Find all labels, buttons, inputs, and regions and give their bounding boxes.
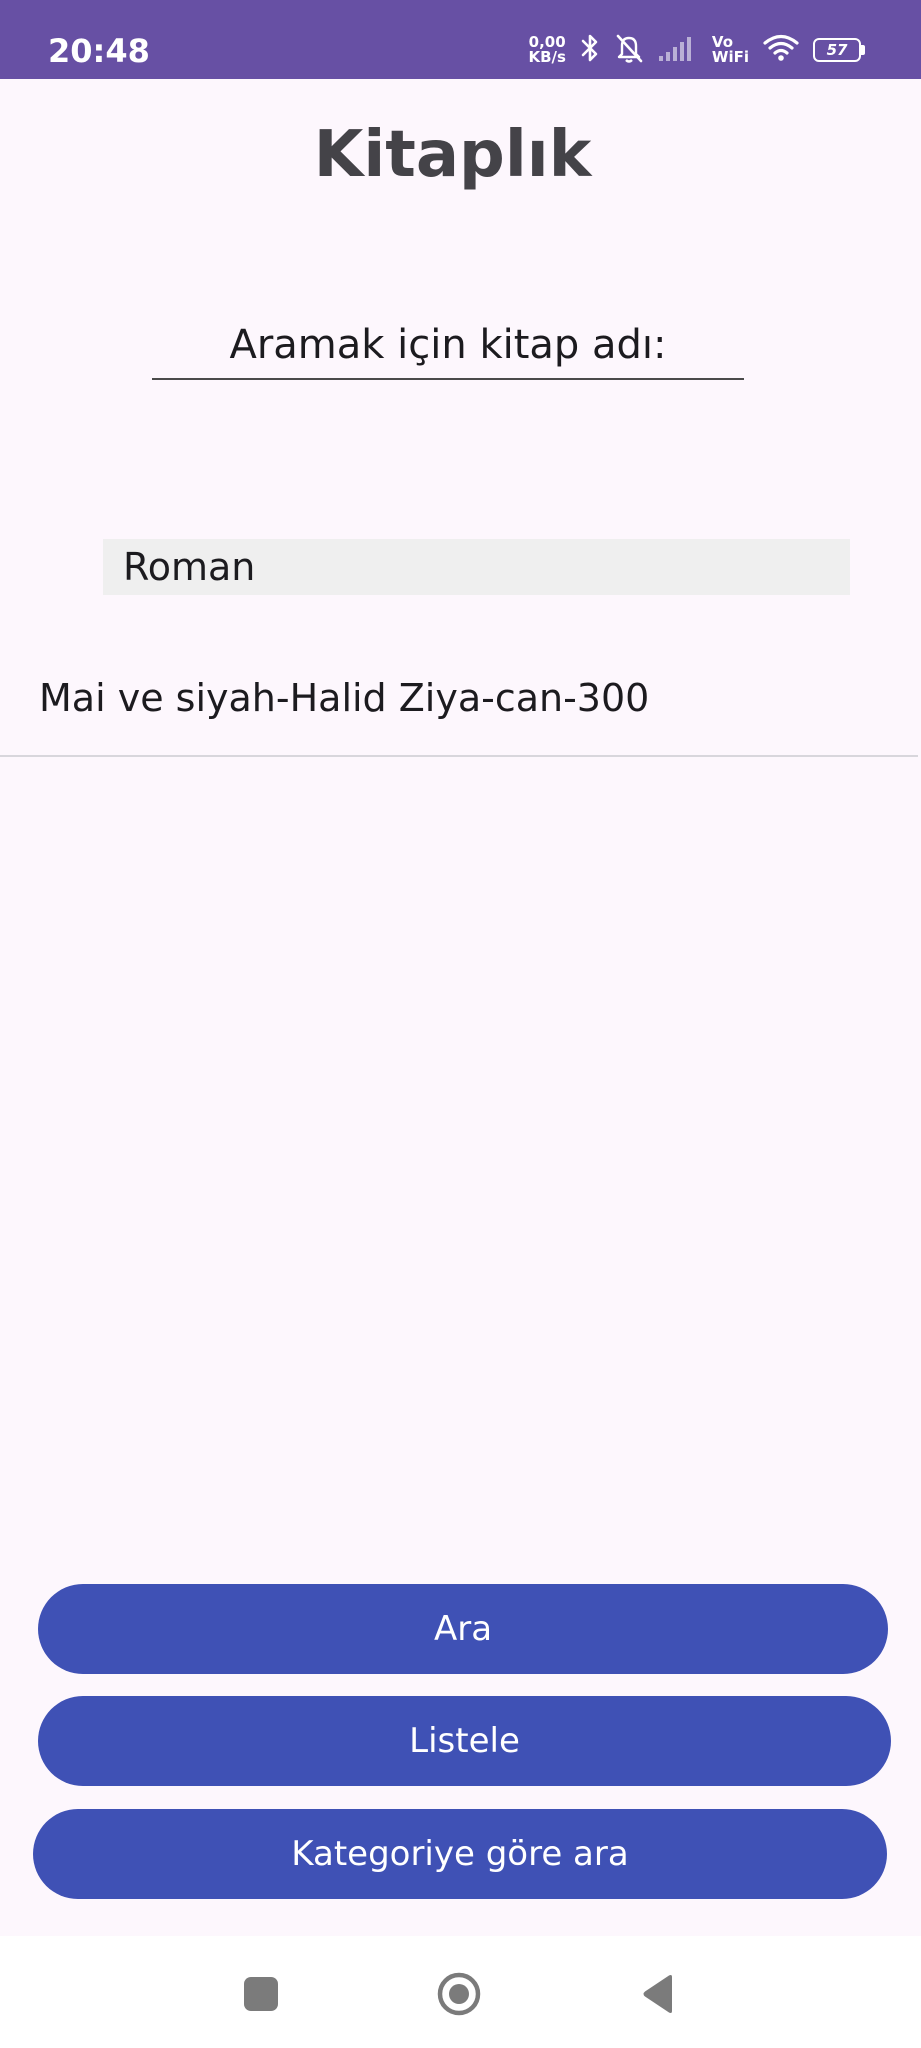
page-title: Kitaplık bbox=[313, 118, 592, 192]
category-select[interactable]: Roman bbox=[103, 539, 850, 595]
list-item[interactable]: Mai ve siyah-Halid Ziya-can-300 bbox=[0, 640, 918, 757]
navigation-bar bbox=[0, 1936, 921, 2048]
vowifi-indicator: Vo WiFi bbox=[712, 35, 749, 65]
battery-icon: 57 bbox=[813, 38, 865, 62]
signal-icon bbox=[658, 34, 698, 66]
list-button[interactable]: Listele bbox=[38, 1696, 891, 1786]
network-speed-unit: KB/s bbox=[528, 48, 566, 66]
search-input-placeholder: Aramak için kitap adı: bbox=[229, 322, 667, 368]
home-icon[interactable] bbox=[436, 1971, 482, 2017]
status-icons: 0,00 KB/s Vo WiFi 57 bbox=[528, 28, 865, 72]
battery-tip bbox=[861, 45, 865, 55]
status-time: 20:48 bbox=[48, 32, 150, 70]
notifications-off-icon bbox=[614, 32, 644, 68]
battery-level: 57 bbox=[813, 38, 861, 62]
wifi-icon bbox=[763, 34, 799, 66]
category-search-button[interactable]: Kategoriye göre ara bbox=[33, 1809, 887, 1899]
vowifi-bottom: WiFi bbox=[711, 48, 749, 66]
bluetooth-icon bbox=[580, 32, 600, 68]
back-icon[interactable] bbox=[640, 1973, 676, 2015]
book-name-search-input[interactable]: Aramak için kitap adı: bbox=[152, 318, 744, 380]
recents-icon[interactable] bbox=[244, 1977, 278, 2011]
book-result-list: Mai ve siyah-Halid Ziya-can-300 bbox=[0, 640, 921, 757]
network-speed: 0,00 KB/s bbox=[528, 35, 565, 65]
status-bar: 20:48 0,00 KB/s Vo WiFi 57 bbox=[0, 0, 921, 79]
search-button[interactable]: Ara bbox=[38, 1584, 888, 1674]
